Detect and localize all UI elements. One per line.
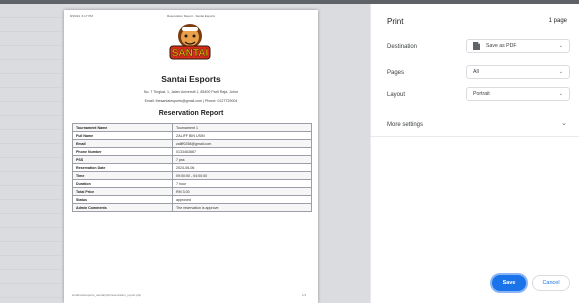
chevron-down-icon: ⌄ — [558, 69, 563, 75]
row-label: Reservation Date — [72, 163, 173, 172]
row-value: ZALIFF BIN USIN — [172, 131, 312, 140]
row-value: 2024-06-06 — [172, 163, 312, 172]
report-title: Reservation Report — [158, 110, 224, 117]
santai-logo: SANTAI — [169, 24, 211, 60]
destination-select[interactable]: Save as PDF ⌄ — [466, 39, 570, 53]
row-label: Phone Number — [72, 147, 173, 156]
row-label: PSS — [72, 155, 173, 164]
table-row: Full Name ZALIFF BIN USIN — [72, 131, 312, 140]
row-value: 09:00:00 - 04:00:00 — [172, 171, 312, 180]
save-button[interactable]: Save — [492, 275, 526, 291]
row-label: Status — [72, 195, 173, 204]
preview-page: 8/16/24, 6:17 PM Reservation Report - Sa… — [64, 10, 318, 303]
row-label: Total Price — [72, 187, 173, 196]
pages-select[interactable]: All ⌄ — [466, 65, 570, 79]
brand-address: No. 7 Tingkat, 1, Jalan Universiti 1, 85… — [143, 90, 239, 94]
table-row: Status approved — [72, 195, 312, 204]
pages-label: Pages — [387, 70, 405, 76]
destination-label: Destination — [387, 44, 418, 50]
table-row: Email zaliff0258@gmail.com — [72, 139, 312, 148]
chevron-down-icon: ⌄ — [558, 43, 563, 49]
cancel-button[interactable]: Cancel — [532, 275, 570, 291]
page-header-title: Reservation Report - Santai Esports — [166, 14, 216, 18]
row-value: 0133463667 — [172, 147, 312, 156]
brand-name: Santai Esports — [161, 74, 221, 84]
pages-value: All — [473, 69, 479, 75]
layout-value: Portrait — [473, 91, 490, 97]
row-label: Admin Comments — [72, 203, 173, 212]
table-row: Phone Number 0133463667 — [72, 147, 312, 156]
table-row: PSS 7 pss — [72, 155, 312, 164]
destination-value: Save as PDF — [486, 43, 517, 49]
chevron-down-icon: ⌄ — [558, 91, 563, 97]
table-row: Time 09:00:00 - 04:00:00 — [72, 171, 312, 180]
row-label: Full Name — [72, 131, 173, 140]
row-value: RM 3.00 — [172, 187, 312, 196]
page-count: 1 page — [548, 18, 567, 24]
reservation-table: Tournament Name Tournament 1 Full Name ZAL… — [72, 123, 312, 212]
table-row: Duration 7 hour — [72, 179, 312, 188]
row-label: Time — [72, 171, 173, 180]
page-footer-number: 1/1 — [302, 293, 307, 297]
layout-label: Layout — [387, 92, 406, 98]
row-value: 7 pss — [172, 155, 312, 164]
chevron-down-icon[interactable]: ⌄ — [561, 119, 567, 127]
table-row: Reservation Date 2024-06-06 — [72, 163, 312, 172]
more-settings-toggle[interactable]: More settings — [387, 122, 423, 128]
row-value: The reservation is approve — [172, 203, 312, 212]
panel-title: Print — [387, 17, 404, 26]
row-label: Email — [72, 139, 173, 148]
page-footer-url: localhost/esports_santai/php/reservation… — [72, 293, 142, 297]
background-page-rows — [0, 4, 62, 303]
row-value: Tournament 1 — [172, 123, 312, 132]
print-settings-panel: Print 1 page Destination Save as PDF ⌄ P… — [370, 4, 579, 303]
layout-select[interactable]: Portrait ⌄ — [466, 87, 570, 101]
brand-contact: Email: thesantaiesports@gmail.com | Phon… — [144, 99, 238, 103]
svg-text:SANTAI: SANTAI — [172, 48, 209, 59]
table-row: Total Price RM 3.00 — [72, 187, 312, 196]
row-value: approved — [172, 195, 312, 204]
row-label: Duration — [72, 179, 173, 188]
row-label: Tournament Name — [72, 123, 173, 132]
row-value: 7 hour — [172, 179, 312, 188]
table-row: Tournament Name Tournament 1 — [72, 123, 312, 132]
row-value: zaliff0258@gmail.com — [172, 139, 312, 148]
document-icon — [473, 42, 480, 50]
panel-divider — [371, 136, 579, 137]
print-preview-area[interactable]: 8/16/24, 6:17 PM Reservation Report - Sa… — [0, 4, 370, 303]
table-row: Admin Comments The reservation is approve — [72, 203, 312, 212]
